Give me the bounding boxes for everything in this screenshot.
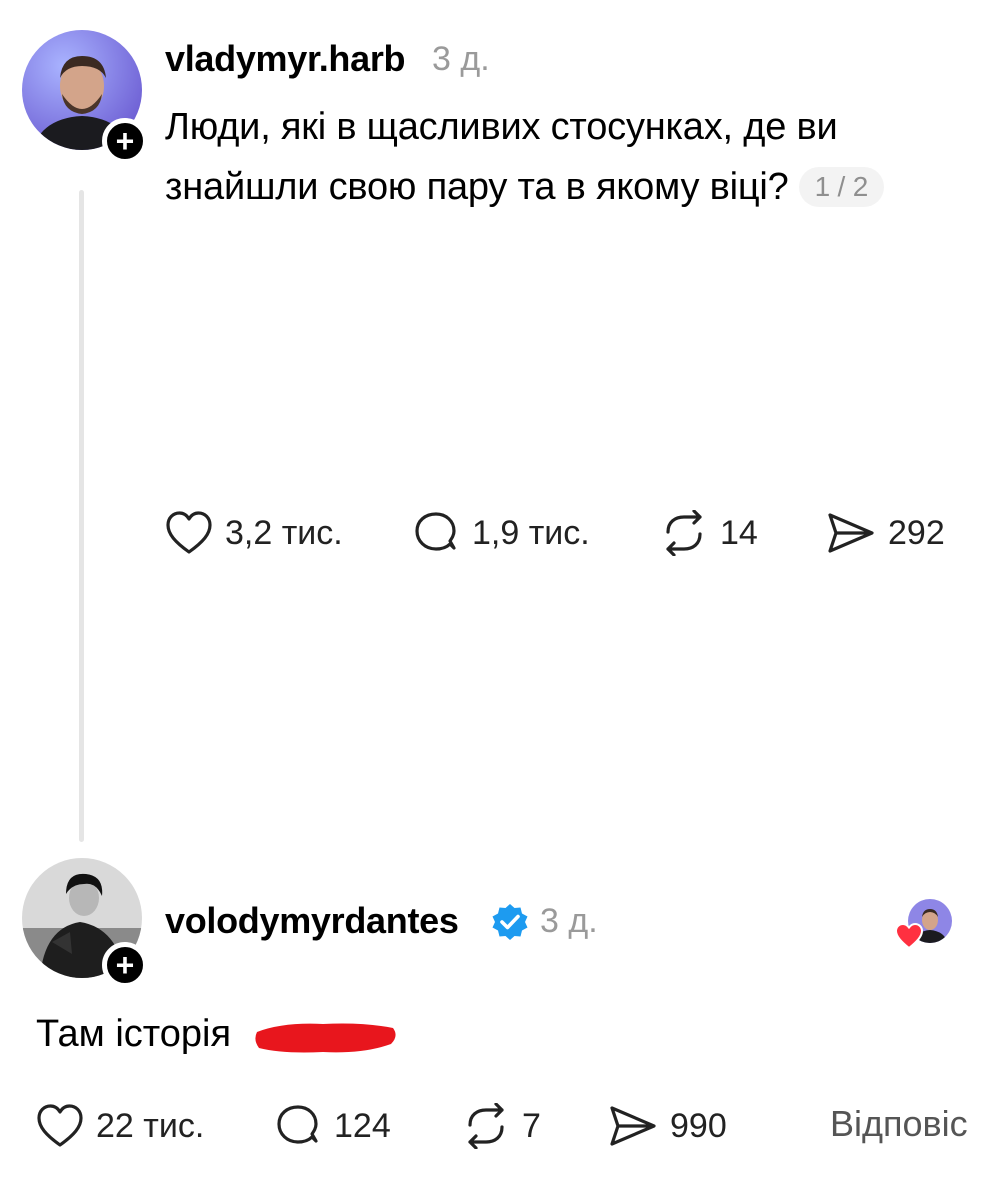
share-button[interactable]: 292 — [826, 510, 945, 556]
repost-count: 7 — [522, 1106, 541, 1145]
like-count: 3,2 тис. — [225, 513, 343, 552]
page-indicator: 1 / 2 — [798, 167, 885, 207]
thread-line — [79, 190, 84, 842]
comment-button[interactable]: 124 — [274, 1103, 391, 1149]
repost-count: 14 — [720, 513, 758, 552]
follow-button[interactable]: + — [102, 942, 148, 988]
like-count: 22 тис. — [96, 1106, 205, 1145]
reply-author-avatar[interactable]: + — [22, 858, 148, 988]
post-timestamp: 3 д. — [432, 40, 490, 78]
post-body: Люди, які в щасливих стосунках, де ви зн… — [165, 97, 965, 217]
heart-icon — [894, 922, 924, 950]
share-button[interactable]: 990 — [608, 1103, 727, 1149]
post-username[interactable]: vladymyr.harb — [165, 38, 406, 80]
reply-timestamp: 3 д. — [540, 902, 598, 940]
comment-icon — [277, 1105, 318, 1144]
send-icon — [828, 513, 874, 553]
share-count: 292 — [888, 513, 945, 552]
plus-icon: + — [115, 123, 135, 159]
heart-icon — [166, 511, 212, 554]
verified-badge-icon — [492, 904, 528, 940]
comment-count: 1,9 тис. — [472, 513, 590, 552]
repost-icon — [468, 1103, 504, 1149]
post-text: Люди, які в щасливих стосунках, де ви зн… — [165, 106, 838, 208]
author-avatar[interactable]: + — [22, 30, 148, 164]
reply-text: Там історія — [36, 1013, 232, 1055]
follow-button[interactable]: + — [102, 118, 148, 164]
comment-icon — [415, 512, 456, 551]
heart-icon — [37, 1104, 83, 1147]
share-count: 990 — [670, 1106, 727, 1145]
redaction-mark — [255, 1023, 396, 1053]
reply-username[interactable]: volodymyrdantes — [165, 900, 459, 942]
repost-button[interactable]: 7 — [462, 1103, 541, 1149]
comment-button[interactable]: 1,9 тис. — [412, 510, 590, 556]
plus-icon: + — [115, 947, 135, 983]
like-button[interactable]: 22 тис. — [36, 1103, 204, 1149]
send-icon — [610, 1106, 656, 1146]
comment-count: 124 — [334, 1106, 391, 1145]
reply-button[interactable]: Відповіс — [830, 1103, 968, 1145]
like-button[interactable]: 3,2 тис. — [165, 510, 343, 556]
repost-icon — [666, 510, 702, 556]
repost-button[interactable]: 14 — [660, 510, 758, 556]
